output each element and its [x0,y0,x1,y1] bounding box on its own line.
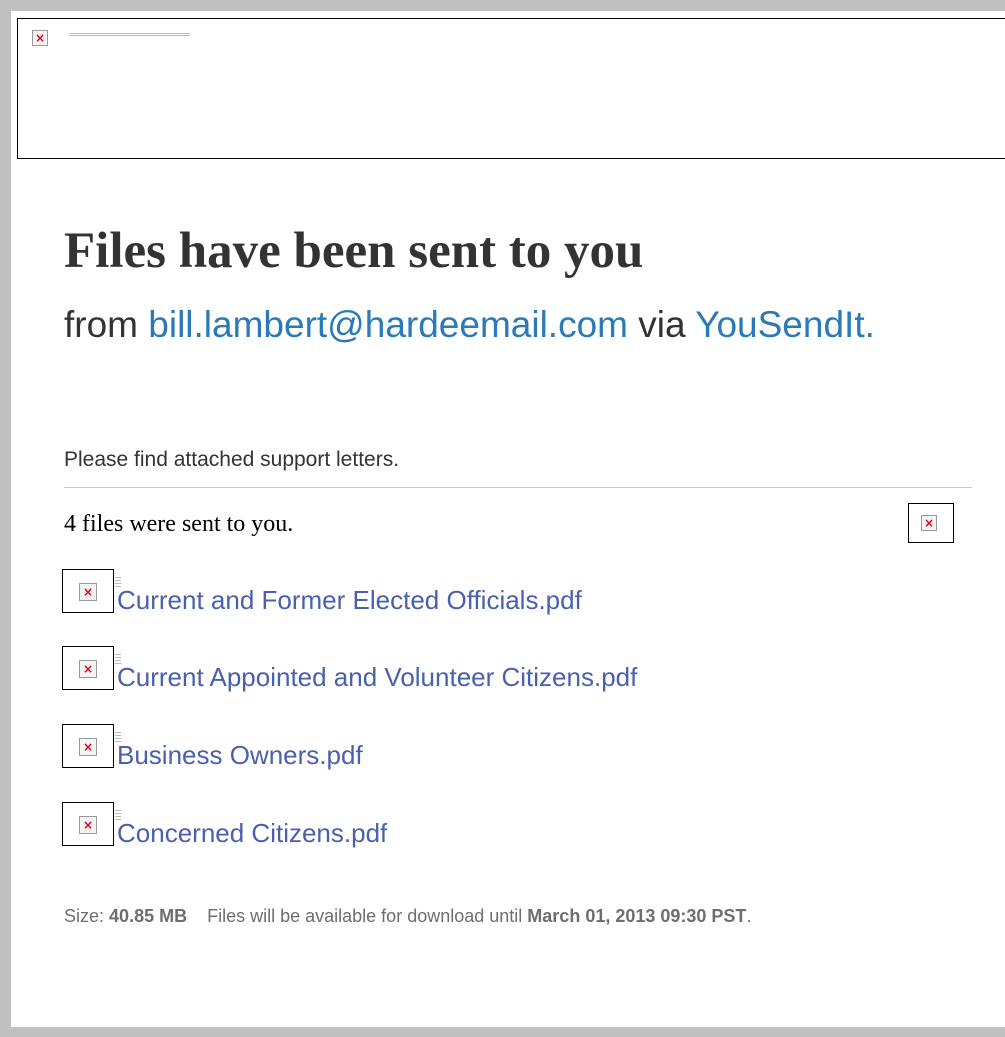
file-link[interactable]: Current Appointed and Volunteer Citizens… [117,662,637,693]
broken-image-icon: × [79,660,97,678]
file-icon[interactable]: × [62,724,114,768]
frame-top-border [0,0,1005,11]
file-link[interactable]: Current and Former Elected Officials.pdf [117,585,582,616]
frame-bottom-border [0,1027,1005,1037]
footer-end-punctuation: . [746,906,752,926]
from-prefix: from [64,304,138,345]
file-link[interactable]: Concerned Citizens.pdf [117,818,387,849]
files-count-text: 4 files were sent to you. [64,511,294,537]
broken-image-icon: × [79,583,97,601]
broken-image-icon: × [79,738,97,756]
message-text: Please find attached support letters. [64,448,400,471]
broken-image-icon: × [79,816,97,834]
file-icon[interactable]: × [62,569,114,613]
frame-left-border [0,0,11,1037]
banner-placeholder-text [70,33,190,37]
sender-line: from bill.lambert@hardeemail.com via You… [64,302,894,348]
download-all-icon[interactable]: × [908,503,954,543]
via-text: via [638,304,686,345]
file-icon[interactable]: × [62,802,114,846]
expiry-date: March 01, 2013 09:30 PST [527,906,747,926]
service-link[interactable]: YouSendIt. [695,304,875,345]
file-link[interactable]: Business Owners.pdf [117,740,363,771]
size-label: Size: [64,906,105,926]
file-icon[interactable]: × [62,646,114,690]
sender-email-link[interactable]: bill.lambert@hardeemail.com [148,304,628,345]
broken-image-icon: × [921,515,937,531]
page-title: Files have been sent to you [64,223,644,279]
header-banner: × [17,18,1005,159]
divider [64,487,972,488]
availability-text: Files will be available for download unt… [207,906,523,926]
broken-image-icon: × [32,30,48,46]
footer-info: Size: 40.85 MB Files will be available f… [64,905,964,927]
size-value: 40.85 MB [109,906,188,926]
